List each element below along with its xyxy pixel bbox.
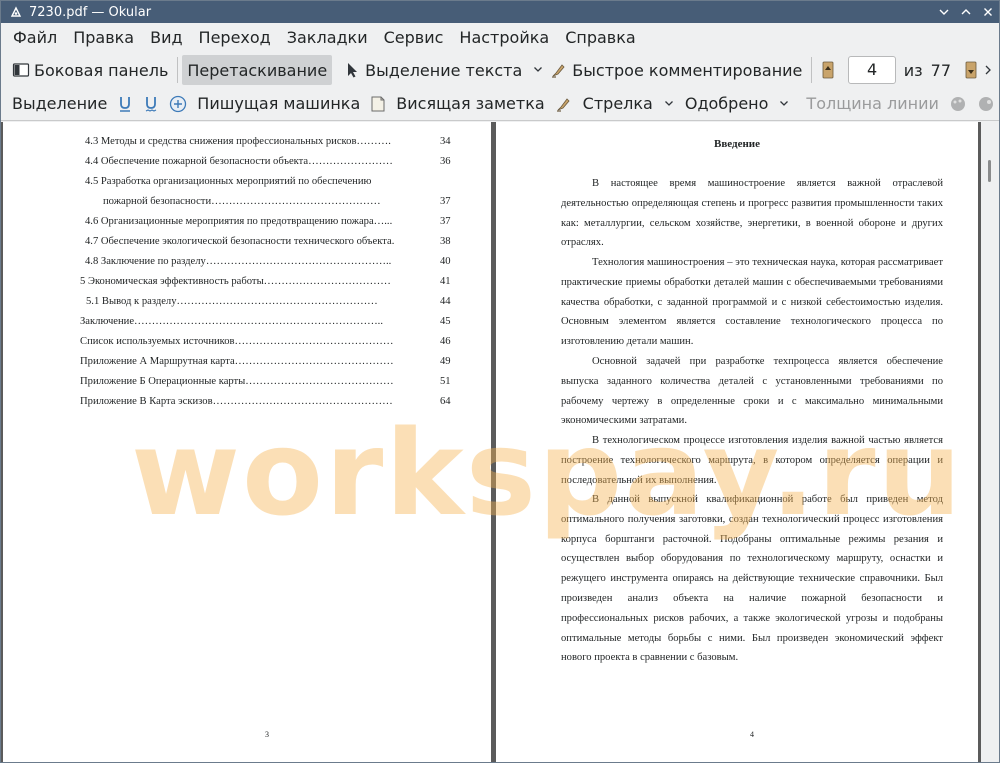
title-bar[interactable]: 7230.pdf — Okular: [1, 1, 999, 23]
sidebar-button[interactable]: Боковая панель: [7, 55, 173, 85]
page-total-label: 77: [930, 60, 951, 80]
toc-entry[interactable]: Приложение Б Операционные карты…………………………: [80, 376, 451, 387]
maximize-icon[interactable]: [955, 1, 977, 23]
window-title: 7230.pdf — Okular: [29, 4, 152, 20]
menu-help[interactable]: Справка: [557, 23, 644, 53]
section-title: Введение: [713, 138, 761, 150]
hanging-note-button[interactable]: Висящая заметка: [391, 89, 549, 119]
stamp-icon[interactable]: [164, 89, 192, 119]
page-of-label: из: [903, 60, 923, 80]
arrow-label: Стрелка: [582, 94, 653, 113]
annotation-toolbar: Выделение Пишущая машинка Висящая заметк…: [1, 87, 999, 121]
typewriter-label: Пишущая машинка: [197, 94, 361, 113]
next-page-icon[interactable]: [959, 55, 983, 85]
arrow-button[interactable]: Стрелка: [578, 89, 658, 119]
hanging-note-label: Висящая заметка: [396, 94, 545, 113]
main-toolbar: Боковая панель Перетаскивание Выделение …: [1, 53, 999, 87]
sidebar-label: Боковая панель: [34, 60, 169, 80]
toolbar-separator: [177, 57, 179, 83]
document-viewport[interactable]: 4.3 Методы и средства снижения профессио…: [1, 122, 999, 762]
approved-button[interactable]: Одобрено: [680, 89, 774, 119]
chevron-down-icon[interactable]: [779, 97, 789, 111]
toc-entry[interactable]: 4.5 Разработка организационных мероприят…: [85, 176, 425, 187]
pen-icon[interactable]: [550, 89, 578, 119]
document-page-left: 4.3 Методы и средства снижения профессио…: [3, 122, 491, 762]
highlighter-icon: [550, 61, 568, 79]
toolbar-overflow-icon[interactable]: [983, 61, 993, 80]
paragraph: В данной выпускной квалификационной рабо…: [561, 494, 943, 664]
selection-button[interactable]: Выделение: [7, 89, 112, 119]
paragraph: В настоящее время машиностроение являетс…: [561, 178, 943, 249]
line-width-label: Толщина линии: [806, 94, 939, 113]
menu-bar: Файл Правка Вид Переход Закладки Сервис …: [1, 23, 999, 53]
previous-page-icon[interactable]: [816, 55, 840, 85]
drag-mode-button[interactable]: Перетаскивание: [182, 55, 333, 85]
menu-file[interactable]: Файл: [5, 23, 65, 53]
toolbar-separator: [811, 57, 813, 83]
okular-app-icon: [9, 5, 23, 19]
menu-view[interactable]: Вид: [142, 23, 190, 53]
drag-mode-label: Перетаскивание: [187, 60, 328, 80]
menu-edit[interactable]: Правка: [65, 23, 142, 53]
close-icon[interactable]: [977, 1, 999, 23]
menu-go[interactable]: Переход: [191, 23, 279, 53]
text-select-button[interactable]: Выделение текста: [338, 55, 527, 85]
toc-entry[interactable]: пожарной безопасности………………………………………… 37: [103, 196, 451, 207]
opacity-icon[interactable]: [972, 89, 1000, 119]
toc-entry[interactable]: 4.3 Методы и средства снижения профессио…: [85, 136, 451, 147]
scrollbar-thumb[interactable]: [988, 160, 991, 182]
line-width-button[interactable]: Толщина линии: [801, 89, 944, 119]
toc-entry[interactable]: 4.6 Организационные мероприятия по предо…: [85, 216, 451, 227]
toc-entry[interactable]: Приложение В Карта эскизов………………………………………: [80, 396, 451, 407]
cursor-icon: [343, 61, 361, 79]
selection-label: Выделение: [12, 94, 108, 113]
quick-comment-button[interactable]: Быстрое комментирование: [545, 55, 807, 85]
page-number: 4: [750, 730, 754, 739]
text-select-label: Выделение текста: [365, 60, 523, 80]
quick-comment-label: Быстрое комментирование: [572, 60, 803, 80]
sidebar-icon: [12, 61, 30, 79]
vertical-scrollbar[interactable]: [981, 122, 999, 762]
menu-bookmarks[interactable]: Закладки: [279, 23, 376, 53]
menu-settings[interactable]: Настройка: [451, 23, 557, 53]
document-page-right: Введение В настоящее время машиностроени…: [496, 122, 978, 762]
toc-entry[interactable]: 4.7 Обеспечение экологической безопаснос…: [85, 236, 451, 247]
menu-tools[interactable]: Сервис: [376, 23, 452, 53]
squiggly-underline-icon[interactable]: [138, 89, 164, 119]
approved-label: Одобрено: [684, 94, 769, 113]
toc-entry[interactable]: Приложение А Маршрутная карта………………………………: [80, 356, 451, 367]
chevron-down-icon[interactable]: [664, 97, 674, 111]
note-icon[interactable]: [365, 89, 391, 119]
toc-entry[interactable]: 5.1 Вывод к разделу………………………………………………… 44: [86, 296, 451, 307]
chevron-down-icon[interactable]: [533, 63, 543, 77]
paragraph: Технология машиностроения – это техничес…: [561, 257, 943, 348]
page-number-input[interactable]: 4: [848, 56, 896, 84]
toc-entry[interactable]: 5 Экономическая эффективность работы……………: [80, 276, 451, 287]
minimize-icon[interactable]: [933, 1, 955, 23]
toc-entry[interactable]: Заключение…………………………………………………………….. 45: [80, 316, 451, 327]
underline-icon[interactable]: [112, 89, 138, 119]
toc-entry[interactable]: 4.4 Обеспечение пожарной безопасности об…: [85, 156, 451, 167]
okular-window: 7230.pdf — Okular Файл Правка Вид Перехо…: [0, 0, 1000, 763]
paragraph: В технологическом процессе изготовления …: [561, 435, 943, 486]
color-picker-icon[interactable]: [944, 89, 972, 119]
toc-entry[interactable]: 4.8 Заключение по разделу…………………………………………: [85, 256, 451, 267]
toc-entry[interactable]: Список используемых источников……………………………: [80, 336, 451, 347]
typewriter-button[interactable]: Пишущая машинка: [192, 89, 365, 119]
page-number: 3: [265, 730, 269, 739]
paragraph: Основной задачей при разработке техпроце…: [561, 356, 943, 427]
